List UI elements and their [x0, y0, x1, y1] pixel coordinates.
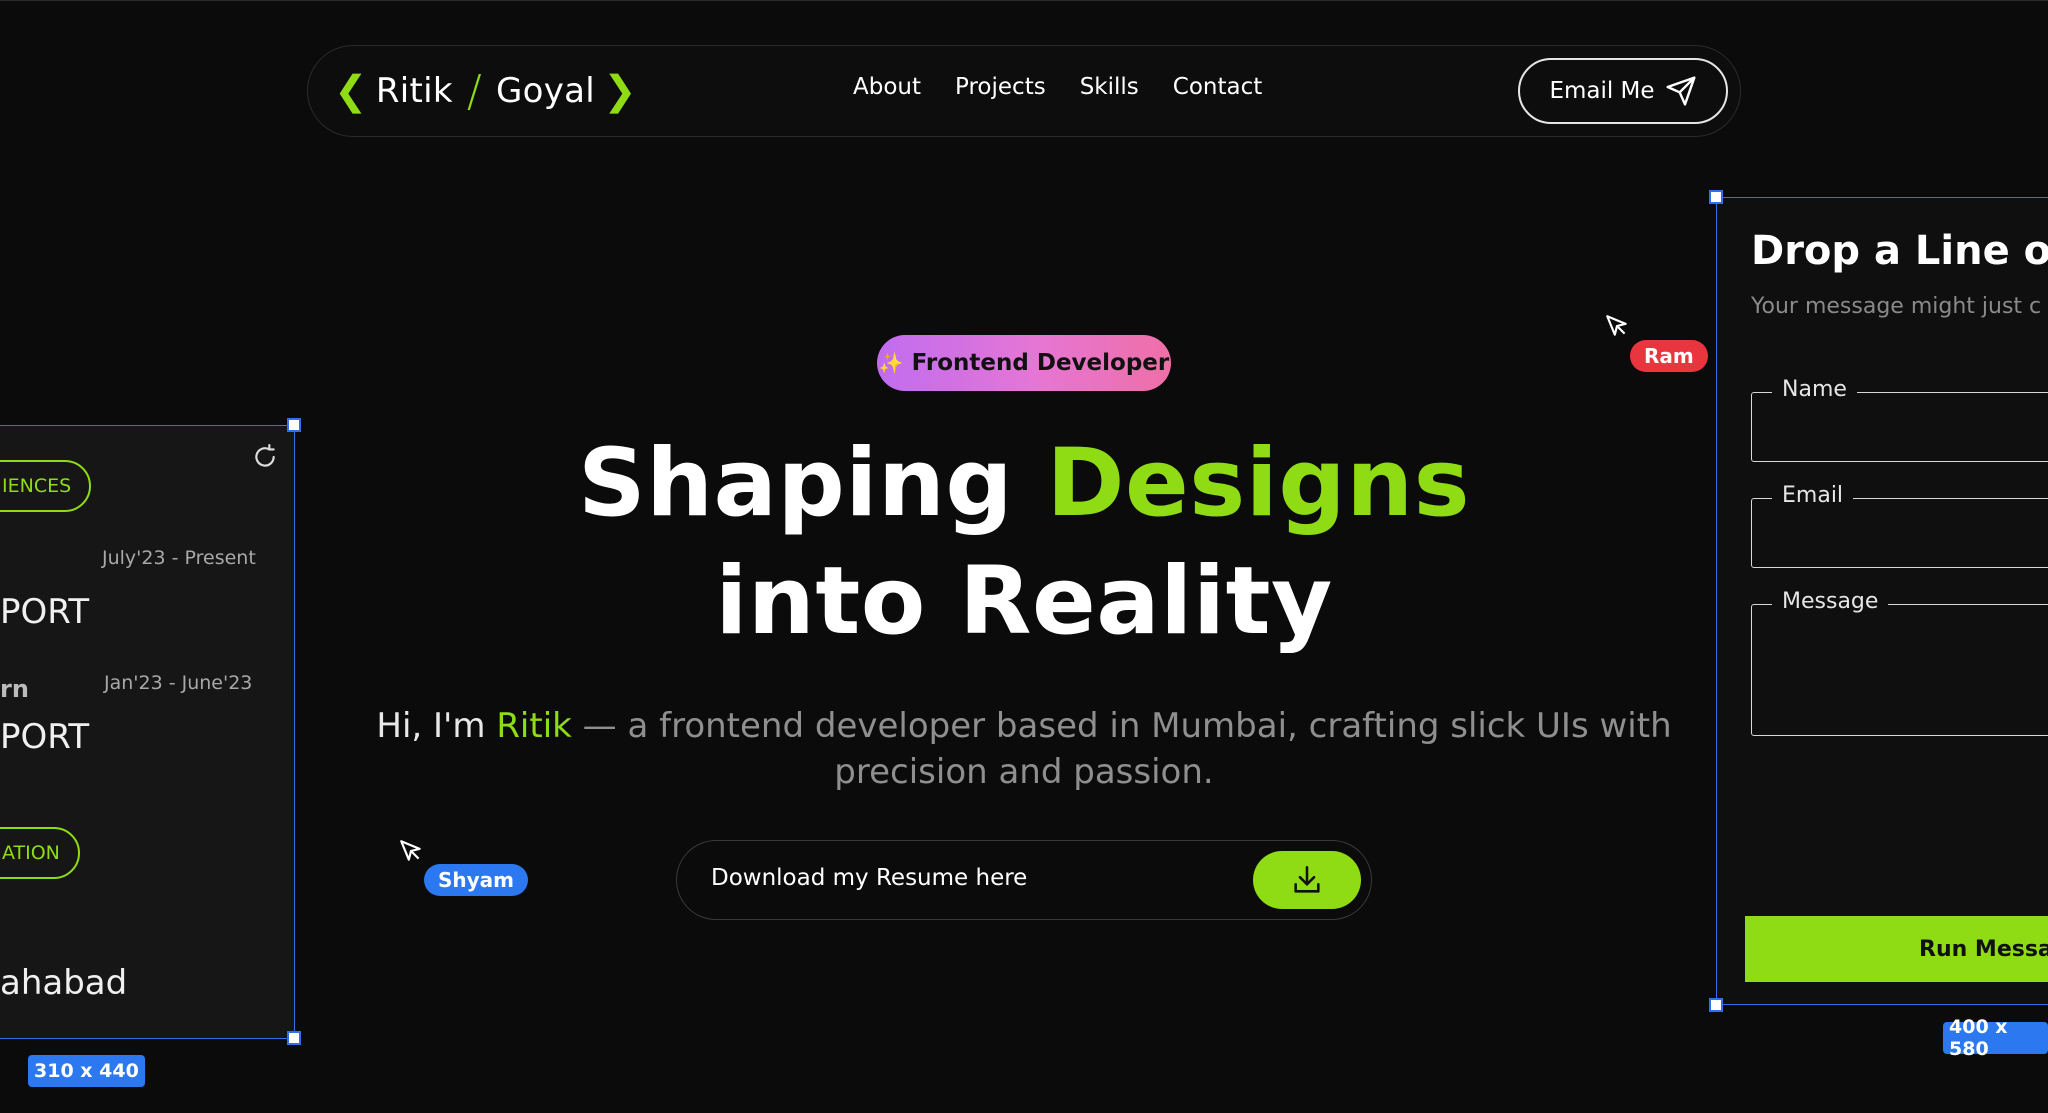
name-field[interactable]: Name	[1751, 377, 2048, 462]
resume-bar: Download my Resume here	[676, 840, 1372, 920]
nav-link-skills[interactable]: Skills	[1080, 74, 1139, 100]
nav-links: About Projects Skills Contact	[853, 74, 1262, 100]
logo-first-name: Ritik	[375, 71, 453, 111]
resume-label: Download my Resume here	[711, 865, 1028, 891]
logo-last-name: Goyal	[496, 71, 596, 111]
size-label-right: 400 x 580	[1943, 1016, 2048, 1060]
headline-line-2: into Reality	[715, 547, 1333, 656]
education-location: ahabad	[0, 963, 128, 1003]
logo-slash: /	[466, 65, 482, 117]
experience-card: IENCES July'23 - Present PORT rn Jan'23 …	[0, 425, 295, 1039]
cursor-arrow-icon	[400, 840, 421, 861]
cursor-arrow-icon	[1606, 315, 1627, 336]
email-me-button[interactable]: Email Me	[1518, 58, 1728, 124]
headline-accent: Designs	[1046, 429, 1471, 538]
name-field-label: Name	[1772, 377, 1857, 402]
nav-link-contact[interactable]: Contact	[1173, 74, 1262, 100]
resize-handle[interactable]	[287, 1031, 301, 1045]
download-icon	[1294, 865, 1320, 893]
nav-link-projects[interactable]: Projects	[955, 74, 1046, 100]
message-field[interactable]: Message	[1751, 589, 2048, 736]
navbar: ❮ Ritik / Goyal ❯ About Projects Skills …	[307, 45, 1741, 137]
logo[interactable]: ❮ Ritik / Goyal ❯	[334, 65, 637, 117]
refresh-icon[interactable]	[252, 444, 278, 470]
contact-form-card: Drop a Line of Your message might just c…	[1716, 197, 2048, 1005]
experience-company-2: PORT	[0, 717, 90, 757]
email-field-label: Email	[1772, 483, 1854, 508]
role-badge: ✨ Frontend Developer	[877, 335, 1171, 391]
subtitle-greeting: Hi, I'm	[376, 706, 486, 746]
download-resume-button[interactable]	[1253, 851, 1361, 909]
headline-word-1: Shaping	[577, 429, 1014, 538]
hero-subtitle: Hi, I'm Ritik — a frontend developer bas…	[370, 703, 1678, 795]
email-me-label: Email Me	[1549, 78, 1655, 104]
resize-handle[interactable]	[1709, 998, 1723, 1012]
hero-headline: Shaping Designs into Reality	[424, 425, 1624, 661]
resize-handle[interactable]	[1709, 190, 1723, 204]
subtitle-name: Ritik	[496, 706, 572, 746]
cursor-tag-shyam: Shyam	[424, 864, 529, 896]
run-message-button[interactable]: Run Messag	[1745, 916, 2048, 982]
paper-plane-icon	[1666, 76, 1696, 106]
experience-company-1: PORT	[0, 592, 90, 632]
experience-date-1: July'23 - Present	[102, 547, 256, 569]
resize-handle[interactable]	[287, 418, 301, 432]
chevron-right-icon: ❯	[603, 68, 637, 114]
message-field-label: Message	[1772, 589, 1889, 614]
cursor-tag-ram: Ram	[1630, 340, 1708, 372]
email-field[interactable]: Email	[1751, 483, 2048, 568]
nav-link-about[interactable]: About	[853, 74, 921, 100]
top-border	[0, 0, 2048, 1]
contact-title: Drop a Line of	[1751, 228, 2048, 274]
size-label-left: 310 x 440	[28, 1055, 145, 1087]
role-badge-label: Frontend Developer	[911, 350, 1170, 376]
experience-role-2: rn	[0, 675, 29, 703]
contact-subtitle: Your message might just c	[1751, 294, 2042, 319]
sparkle-icon: ✨	[878, 351, 904, 375]
subtitle-rest: — a frontend developer based in Mumbai, …	[582, 706, 1672, 792]
chevron-left-icon: ❮	[334, 68, 368, 114]
experiences-pill[interactable]: IENCES	[0, 460, 92, 512]
experience-date-2: Jan'23 - June'23	[104, 672, 253, 694]
education-pill[interactable]: ATION	[0, 827, 80, 879]
